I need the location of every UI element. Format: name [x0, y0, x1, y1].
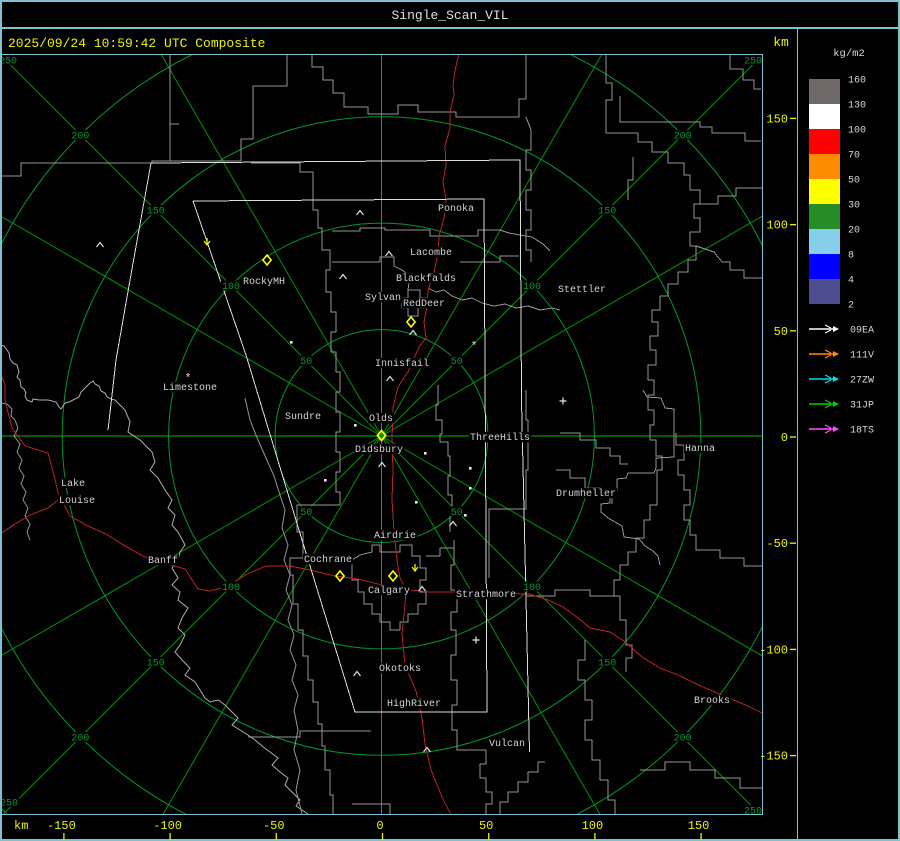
- svg-text:0: 0: [781, 431, 788, 445]
- svg-text:Lake: Lake: [61, 478, 85, 490]
- svg-text:Drumheller: Drumheller: [556, 488, 616, 500]
- svg-text:-100: -100: [759, 643, 788, 657]
- svg-text:-150: -150: [47, 819, 76, 833]
- svg-text:200: 200: [71, 131, 89, 142]
- svg-text:Ponoka: Ponoka: [438, 203, 474, 215]
- svg-text:160: 160: [848, 76, 866, 87]
- svg-text:111V: 111V: [850, 351, 874, 362]
- svg-text:Lacombe: Lacombe: [410, 247, 452, 259]
- svg-text:RockyMH: RockyMH: [243, 276, 285, 288]
- svg-text:200: 200: [674, 131, 692, 142]
- svg-text:150: 150: [688, 819, 710, 833]
- svg-text:RedDeer: RedDeer: [403, 298, 445, 310]
- svg-text:200: 200: [71, 734, 89, 745]
- svg-text:100: 100: [222, 583, 240, 594]
- svg-text:130: 130: [848, 101, 866, 112]
- svg-text:Innisfail: Innisfail: [375, 358, 429, 370]
- svg-text:100: 100: [848, 126, 866, 137]
- svg-text:100: 100: [523, 282, 541, 293]
- svg-text:50: 50: [774, 325, 788, 339]
- svg-text:100: 100: [766, 219, 788, 233]
- svg-text:50: 50: [451, 357, 463, 368]
- svg-text:250: 250: [0, 799, 18, 810]
- svg-text:50: 50: [300, 508, 312, 519]
- svg-text:Didsbury: Didsbury: [355, 444, 403, 456]
- svg-text:Airdrie: Airdrie: [374, 530, 416, 542]
- svg-text:Calgary: Calgary: [368, 585, 410, 597]
- svg-text:150: 150: [598, 207, 616, 218]
- svg-text:100: 100: [582, 819, 604, 833]
- svg-text:100: 100: [523, 583, 541, 594]
- svg-text:Louise: Louise: [59, 495, 95, 507]
- svg-text:50: 50: [451, 508, 463, 519]
- svg-text:-50: -50: [263, 819, 285, 833]
- svg-text:31JP: 31JP: [850, 401, 874, 412]
- svg-text:-150: -150: [759, 750, 788, 764]
- svg-text:km: km: [14, 819, 28, 833]
- svg-text:-100: -100: [153, 819, 182, 833]
- svg-text:Brooks: Brooks: [694, 695, 730, 707]
- svg-text:*: *: [471, 341, 478, 353]
- svg-text:4: 4: [848, 276, 854, 287]
- svg-text:ThreeHills: ThreeHills: [470, 432, 530, 444]
- svg-text:2: 2: [848, 301, 854, 312]
- svg-text:-50: -50: [766, 537, 788, 551]
- svg-text:Sundre: Sundre: [285, 411, 321, 423]
- svg-text:Cochrane: Cochrane: [304, 554, 352, 566]
- svg-text:km: km: [773, 35, 789, 50]
- svg-text:Blackfalds: Blackfalds: [396, 273, 456, 285]
- svg-text:Single_Scan_VIL: Single_Scan_VIL: [391, 8, 508, 23]
- svg-text:kg/m2: kg/m2: [833, 48, 865, 60]
- svg-text:Sylvan: Sylvan: [365, 292, 401, 304]
- svg-text:Vulcan: Vulcan: [489, 738, 525, 750]
- svg-text:150: 150: [766, 112, 788, 126]
- svg-text:Hanna: Hanna: [685, 444, 715, 455]
- svg-text:0: 0: [376, 819, 383, 833]
- svg-text:Stettler: Stettler: [558, 284, 606, 296]
- svg-text:30: 30: [848, 201, 860, 212]
- svg-text:27ZW: 27ZW: [850, 376, 874, 387]
- svg-text:50: 50: [479, 819, 493, 833]
- svg-text:150: 150: [147, 658, 165, 669]
- svg-text:2025/09/24 10:59:42 UTC Compos: 2025/09/24 10:59:42 UTC Composite: [8, 36, 265, 51]
- svg-text:200: 200: [674, 734, 692, 745]
- svg-text:HighRiver: HighRiver: [387, 698, 441, 710]
- svg-text:100: 100: [222, 282, 240, 293]
- svg-text:150: 150: [598, 658, 616, 669]
- svg-text:150: 150: [147, 207, 165, 218]
- svg-text:Okotoks: Okotoks: [379, 663, 421, 675]
- svg-text:250: 250: [0, 57, 17, 68]
- svg-text:09EA: 09EA: [850, 326, 874, 337]
- svg-text:20: 20: [848, 226, 860, 237]
- svg-text:250: 250: [744, 57, 762, 68]
- svg-text:Banff: Banff: [148, 555, 178, 567]
- svg-text:Olds: Olds: [369, 413, 393, 425]
- svg-text:50: 50: [300, 357, 312, 368]
- svg-text:Limestone: Limestone: [163, 382, 217, 394]
- svg-text:18TS: 18TS: [850, 426, 874, 437]
- svg-text:Strathmore: Strathmore: [456, 589, 516, 601]
- svg-text:50: 50: [848, 176, 860, 187]
- svg-text:70: 70: [848, 151, 860, 162]
- svg-text:8: 8: [848, 251, 854, 262]
